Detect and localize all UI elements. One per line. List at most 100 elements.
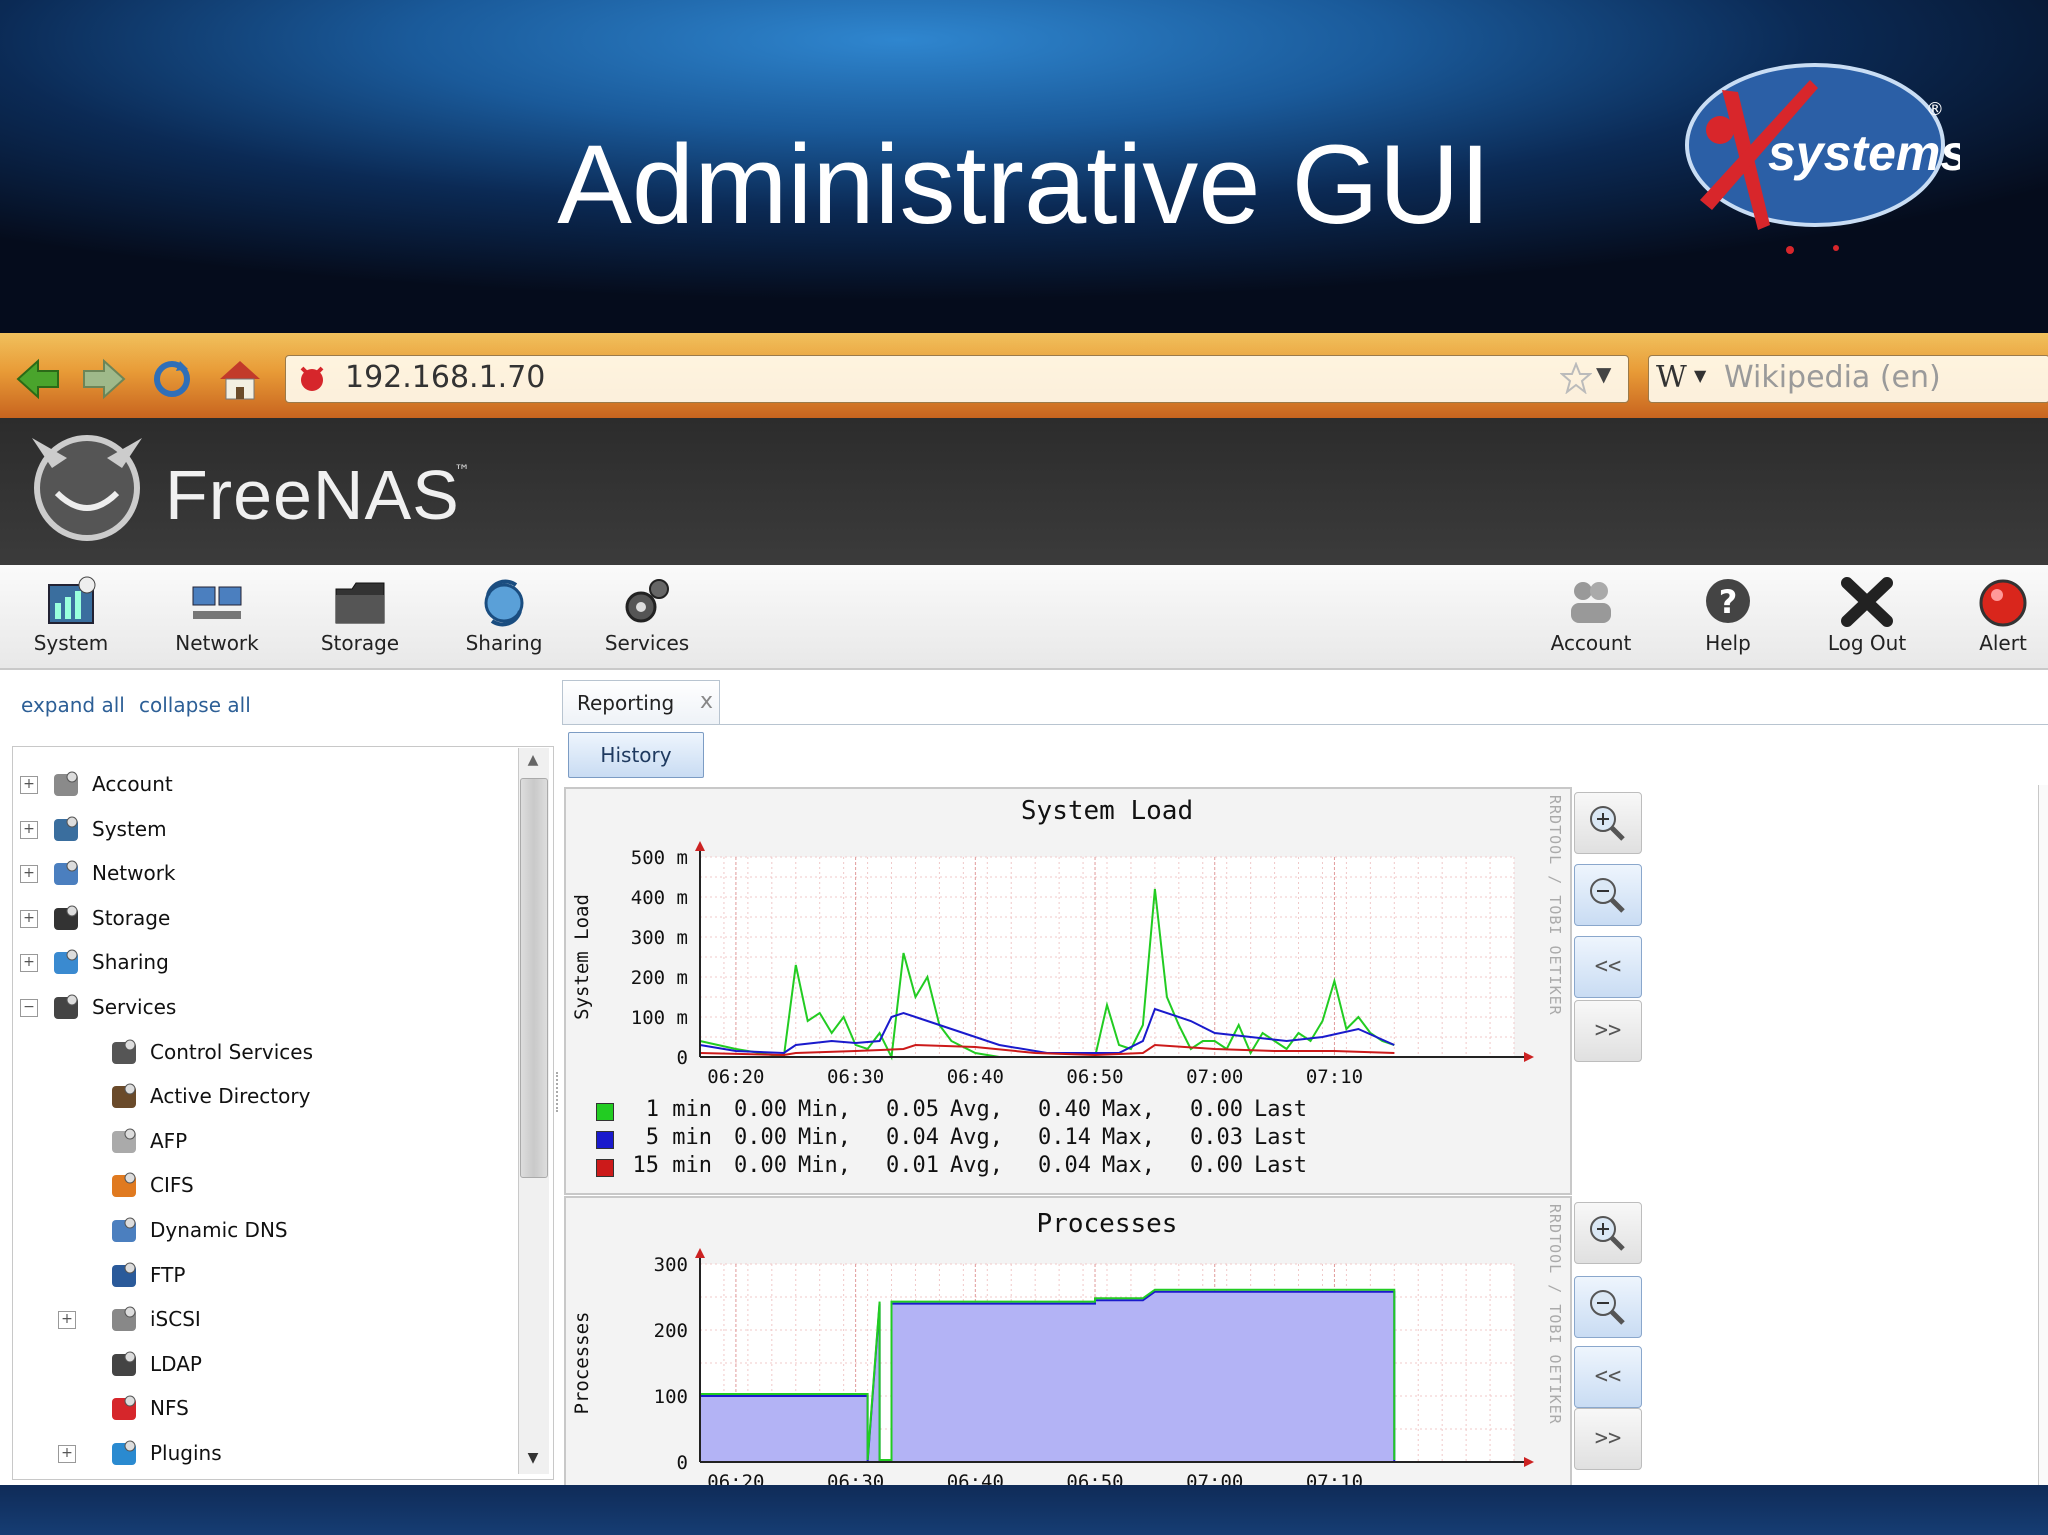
tree-item-label: Control Services — [150, 1039, 313, 1064]
plugins-icon — [108, 1437, 140, 1469]
proc-zoom-out-button[interactable] — [1574, 1276, 1642, 1338]
tree-item-label: Network — [92, 861, 176, 886]
history-button[interactable]: History — [568, 732, 704, 778]
proc-back-button[interactable]: << — [1574, 1346, 1642, 1408]
forward-button[interactable] — [78, 355, 130, 403]
tree-collapse-icon[interactable]: − — [20, 999, 38, 1017]
tree-expand-icon[interactable]: + — [20, 909, 38, 928]
x-tick-label: 06:40 — [947, 1066, 1004, 1088]
tree-item-label: Dynamic DNS — [150, 1218, 288, 1242]
legend-minl: Min, — [798, 1097, 851, 1122]
url-dropdown-icon[interactable]: ▼ — [1596, 362, 1611, 386]
services-icon — [50, 991, 82, 1023]
history-label: History — [600, 743, 672, 767]
legend-name: 1 min — [645, 1097, 712, 1122]
legend-row-15min: 15 min 0.00 Min, 0.01 Avg, 0.04 Max, 0.00 Last — [624, 1153, 1332, 1178]
site-favicon — [296, 362, 328, 398]
tree-item-nfs[interactable]: NFS — [20, 1390, 510, 1430]
toolbar-sharing-button[interactable]: Sharing — [449, 575, 559, 665]
content-right-edge — [2038, 785, 2048, 1485]
reload-button[interactable] — [146, 355, 198, 403]
toolbar-account-button[interactable]: Account — [1536, 575, 1646, 665]
tree-item-system[interactable]: + System — [20, 811, 510, 851]
tree-item-ldap[interactable]: LDAP — [20, 1346, 510, 1386]
home-icon — [220, 361, 260, 400]
legend-avgl: Avg, — [950, 1125, 1003, 1150]
toolbar-logout-button[interactable]: Log Out — [1812, 575, 1922, 665]
tree-expand-icon[interactable]: + — [20, 865, 38, 884]
tree-item-iscsi[interactable]: + iSCSI — [20, 1301, 510, 1341]
toolbar-alert-button[interactable]: Alert — [1948, 575, 2048, 665]
alert-icon — [1979, 579, 2027, 627]
legend-maxl: Max, — [1102, 1153, 1155, 1178]
tree-expand-icon[interactable]: + — [58, 1311, 76, 1330]
storage-icon — [50, 902, 82, 934]
y-tick-label: 300 m — [631, 927, 688, 949]
toolbar-system-button[interactable]: System — [16, 575, 126, 665]
tree-item-label: FTP — [150, 1262, 186, 1287]
toolbar-services-button[interactable]: Services — [592, 575, 702, 665]
tree-item-label: Services — [92, 995, 177, 1019]
load-zoom-out-button[interactable] — [1574, 864, 1642, 926]
legend-avg: 0.05 — [886, 1097, 939, 1122]
load-back-button[interactable]: << — [1574, 936, 1642, 998]
scroll-up-icon[interactable]: ▲ — [520, 752, 546, 774]
legend-swatch-5min — [596, 1131, 614, 1149]
search-engine-dropdown-icon[interactable]: ▼ — [1694, 366, 1706, 385]
tree-item-services[interactable]: − Services — [20, 989, 510, 1029]
tab-close-icon[interactable]: x — [700, 689, 713, 714]
collapse-all-link[interactable]: collapse all — [139, 693, 251, 717]
tree-item-network[interactable]: + Network — [20, 855, 510, 895]
tab-reporting[interactable]: Reporting x — [562, 680, 720, 725]
pane-splitter[interactable] — [556, 1072, 562, 1112]
proc-forward-button[interactable]: >> — [1574, 1408, 1642, 1470]
x-axis-arrow — [1524, 1457, 1534, 1467]
tree-item-control-services[interactable]: Control Services — [20, 1034, 510, 1074]
tree-item-sharing[interactable]: + Sharing — [20, 944, 510, 984]
tree-item-cifs[interactable]: CIFS — [20, 1167, 510, 1207]
expand-all-link[interactable]: expand all — [21, 693, 125, 717]
legend-maxl: Max, — [1102, 1125, 1155, 1150]
tree-item-account[interactable]: + Account — [20, 766, 510, 806]
help-icon: ? — [1706, 579, 1750, 623]
proc-zoom-in-button[interactable] — [1574, 1202, 1642, 1264]
tree-item-plugins[interactable]: + Plugins — [20, 1435, 510, 1475]
freenas-logo-text: FreeNAS — [165, 456, 460, 534]
tree-item-afp[interactable]: AFP — [20, 1123, 510, 1163]
forward-label: >> — [1594, 1426, 1622, 1451]
tree-item-ftp[interactable]: FTP — [20, 1257, 510, 1297]
bookmark-star-icon[interactable] — [1559, 361, 1593, 398]
tree-item-label: Sharing — [92, 950, 169, 975]
x-tick-label: 06:20 — [707, 1066, 764, 1088]
logout-icon — [1841, 577, 1893, 627]
tree-item-label: LDAP — [150, 1351, 202, 1376]
url-text: 192.168.1.70 — [345, 360, 546, 395]
tree-item-dynamic-dns[interactable]: Dynamic DNS — [20, 1212, 510, 1252]
tree-expand-icon[interactable]: + — [58, 1445, 76, 1463]
y-tick-label: 0 — [677, 1047, 688, 1069]
wikipedia-icon[interactable]: W — [1656, 360, 1687, 395]
tree-item-active-directory[interactable]: Active Directory — [20, 1078, 510, 1118]
toolbar-storage-button[interactable]: Storage — [305, 575, 415, 665]
toolbar-network-label: Network — [175, 631, 259, 655]
tree-item-storage[interactable]: + Storage — [20, 900, 510, 940]
back-arrow-icon — [16, 358, 59, 400]
tree-expand-icon[interactable]: + — [20, 820, 38, 839]
legend-last: 0.00 — [1190, 1153, 1243, 1178]
toolbar-services-label: Services — [604, 631, 690, 655]
home-button[interactable] — [214, 355, 266, 403]
toolbar-help-button[interactable]: ? Help — [1673, 575, 1783, 665]
toolbar-network-button[interactable]: Network — [162, 575, 272, 665]
forward-label: >> — [1594, 1018, 1622, 1043]
tree-scrollbar-thumb[interactable] — [520, 778, 548, 1178]
load-zoom-in-button[interactable] — [1574, 792, 1642, 854]
tree-expand-icon[interactable]: + — [20, 954, 38, 973]
toolbar-alert-label: Alert — [1979, 631, 2027, 655]
legend-min: 0.00 — [734, 1097, 787, 1122]
tree-expand-icon[interactable]: + — [20, 776, 38, 794]
scroll-down-icon[interactable]: ▼ — [520, 1450, 546, 1472]
back-button[interactable] — [12, 355, 64, 403]
network-icon — [50, 857, 82, 889]
legend-max: 0.04 — [1038, 1153, 1091, 1178]
load-forward-button[interactable]: >> — [1574, 1000, 1642, 1062]
